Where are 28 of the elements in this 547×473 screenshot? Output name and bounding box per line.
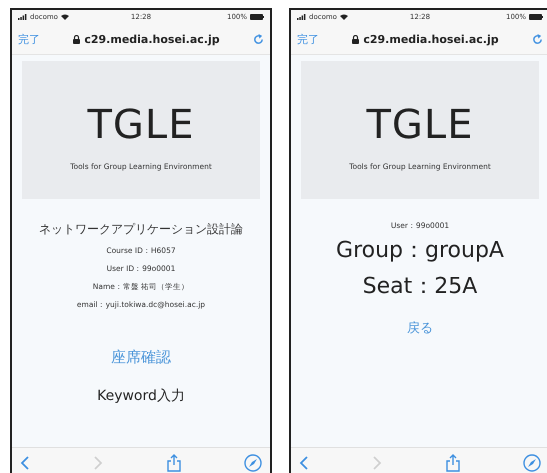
reload-icon[interactable]: [253, 34, 264, 44]
signal-icon: [297, 14, 306, 20]
result-text: Seat：25A: [362, 273, 478, 301]
compass-button[interactable]: [522, 454, 541, 472]
reload-icon[interactable]: [532, 34, 543, 44]
keyword-link[interactable]: Keyword入力: [97, 387, 185, 405]
result-text: Group：groupA: [336, 237, 504, 265]
compass-button[interactable]: [244, 454, 262, 472]
link[interactable]: 座席確認: [111, 348, 171, 367]
done-button[interactable]: 完了: [18, 32, 40, 46]
share-button[interactable]: [446, 454, 460, 472]
app-title: TGLE: [88, 100, 194, 148]
link[interactable]: 戻る: [406, 319, 433, 337]
lock-icon: [73, 34, 80, 44]
url-text[interactable]: c29.media.hosei.ac.jp: [84, 32, 220, 46]
wifi-icon: [340, 14, 348, 20]
done-button[interactable]: 完了: [297, 32, 319, 46]
wifi-icon: [60, 14, 69, 20]
battery-icon: [250, 14, 264, 20]
course-title: ネットワークアプリケーション設計論: [39, 221, 243, 238]
lock-icon: [352, 34, 360, 44]
signal-icon: [18, 14, 27, 20]
share-button[interactable]: [166, 454, 181, 472]
battery-icon: [529, 14, 543, 20]
back-button[interactable]: [299, 456, 309, 470]
url-text[interactable]: c29.media.hosei.ac.jp: [363, 32, 499, 46]
back-button[interactable]: [20, 456, 30, 470]
app-title: TGLE: [366, 100, 474, 148]
